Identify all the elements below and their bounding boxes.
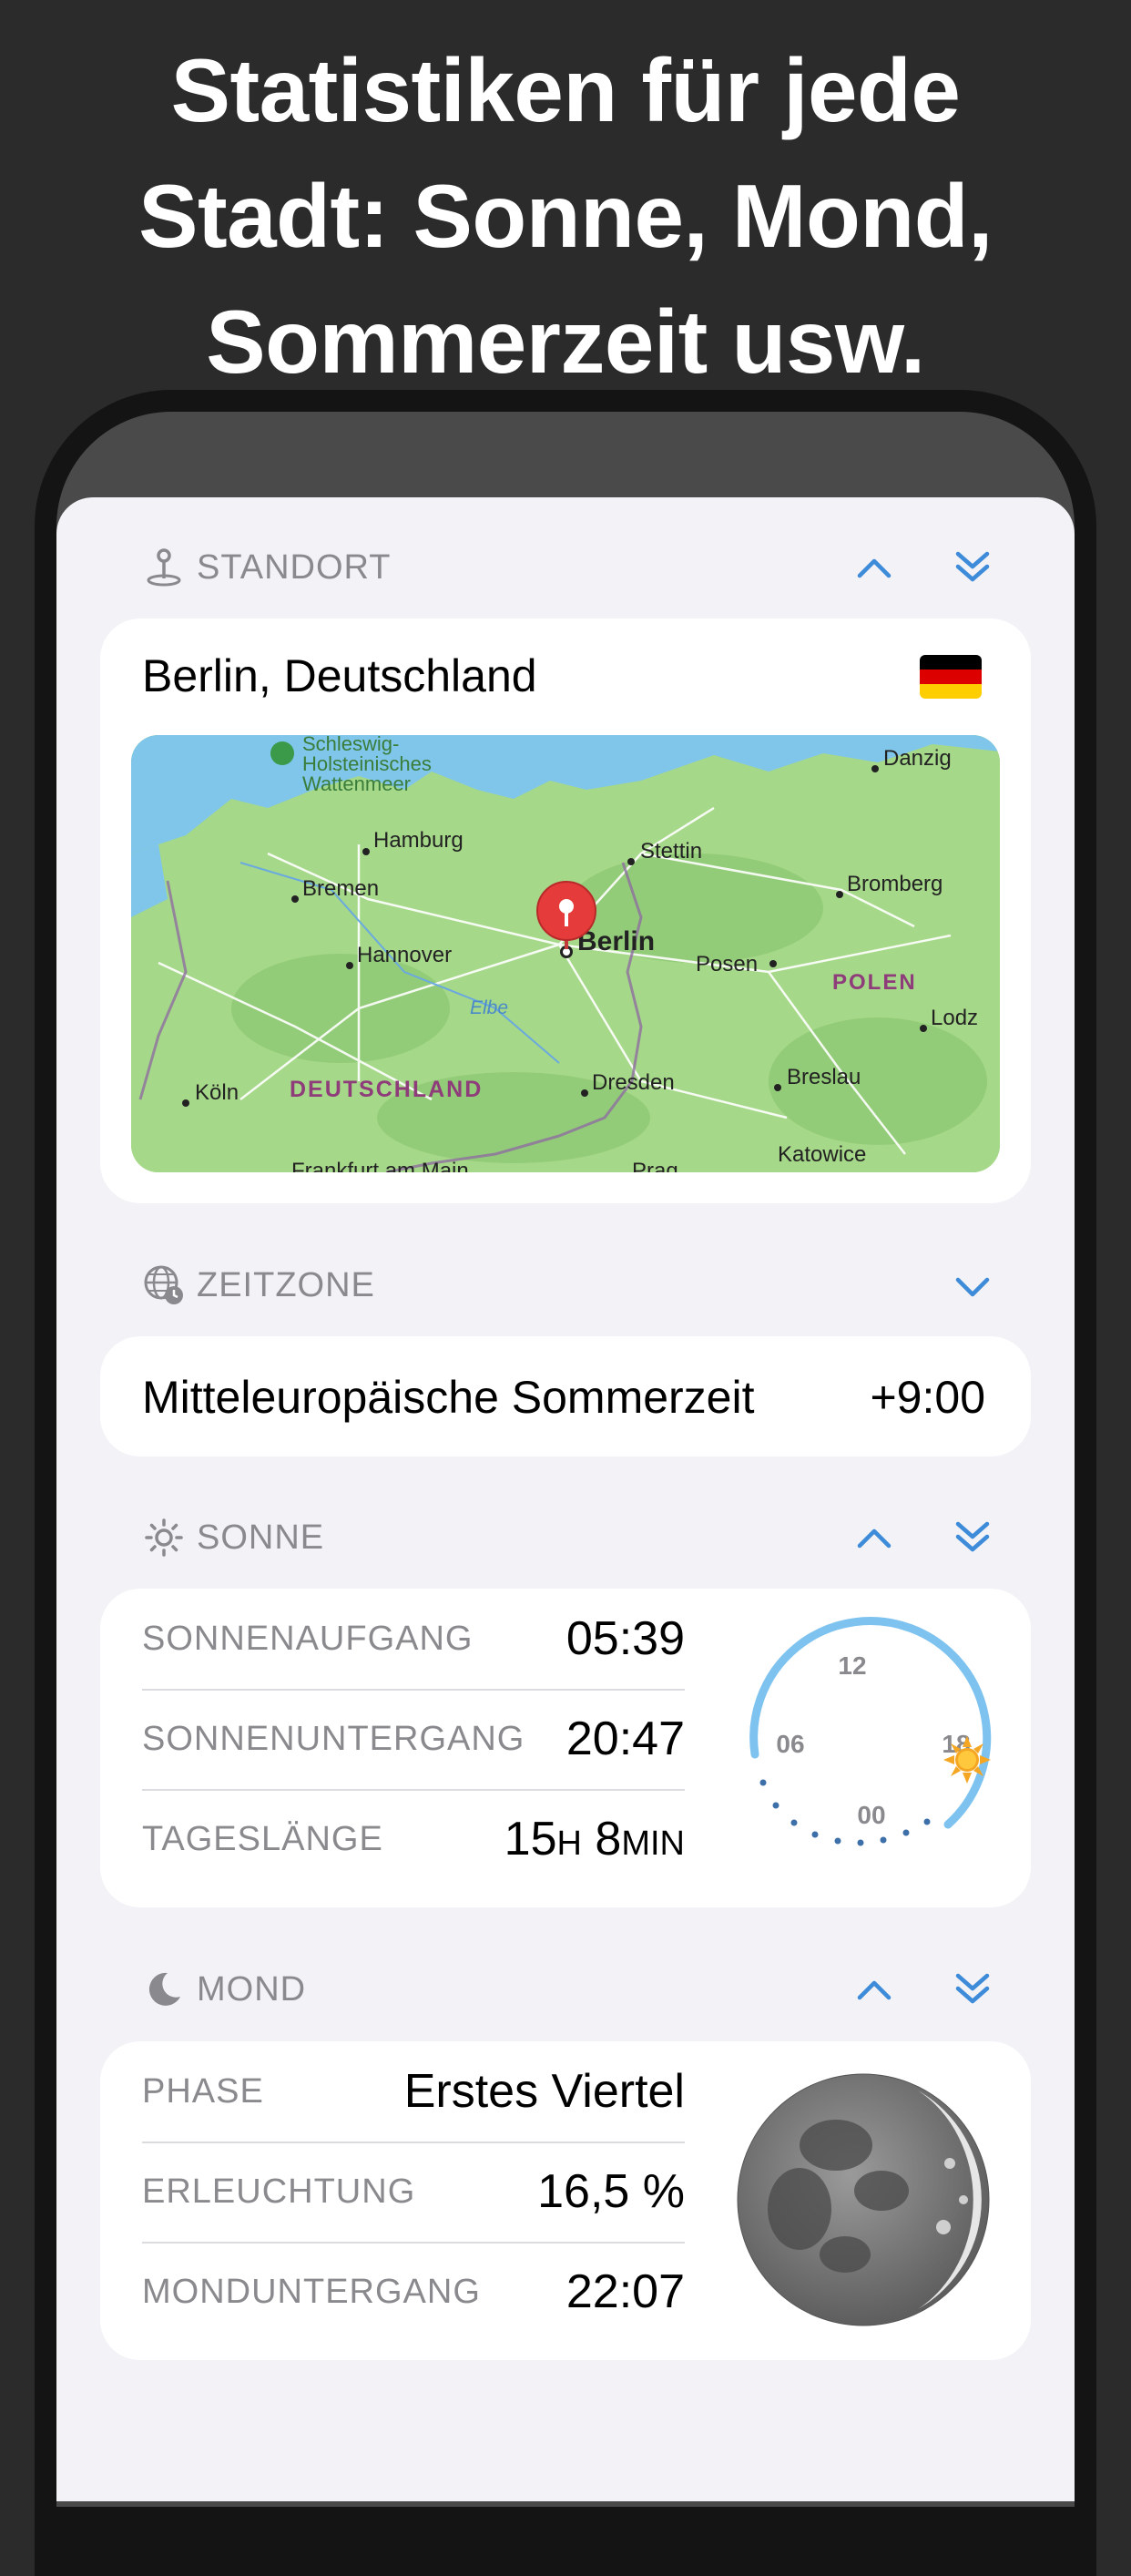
svg-text:Breslau: Breslau <box>787 1065 861 1089</box>
moonset-label: MONDUNTERGANG <box>142 2272 481 2311</box>
svg-text:Bremen: Bremen <box>302 876 379 901</box>
daylength-label: TAGESLÄNGE <box>142 1819 383 1858</box>
sunrise-value: 05:39 <box>566 1612 685 1665</box>
moonset-row: MONDUNTERGANG 22:07 <box>142 2242 685 2342</box>
sun-card: SONNENAUFGANG 05:39 SONNENUNTERGANG 20:4… <box>100 1589 1031 1907</box>
illumination-row: ERLEUCHTUNG 16,5 % <box>142 2142 685 2244</box>
moonset-value: 22:07 <box>566 2265 685 2318</box>
svg-text:Elbe: Elbe <box>470 997 508 1018</box>
svg-text:Frankfurt am Main: Frankfurt am Main <box>291 1159 469 1172</box>
svg-text:Berlin: Berlin <box>577 926 655 956</box>
location-map[interactable]: Schleswig- Holsteinisches Wattenmeer Ham… <box>131 735 1000 1172</box>
svg-text:Katowice: Katowice <box>778 1142 866 1167</box>
illumination-value: 16,5 % <box>537 2165 685 2218</box>
germany-flag-icon <box>920 655 982 699</box>
expand-all-chevron-icon[interactable] <box>947 1963 998 2014</box>
svg-text:Bromberg: Bromberg <box>847 872 942 896</box>
timezone-offset: +9:00 <box>870 1372 985 1423</box>
sunrise-label: SONNENAUFGANG <box>142 1619 474 1658</box>
svg-text:Stettin: Stettin <box>640 839 702 864</box>
location-pin-icon <box>142 546 186 589</box>
phase-label: PHASE <box>142 2071 264 2111</box>
daylength-value: 15H 8MIN <box>504 1813 685 1866</box>
expand-all-chevron-icon[interactable] <box>947 541 998 592</box>
headline-line-1: Statistiken für jede <box>170 40 961 140</box>
sunset-label: SONNENUNTERGANG <box>142 1719 525 1758</box>
dial-label-bottom: 00 <box>857 1801 885 1829</box>
collapse-chevron-up-icon[interactable] <box>849 1512 900 1563</box>
timezone-name: Mitteleuropäische Sommerzeit <box>142 1372 755 1423</box>
moon-section-label: MOND <box>197 1969 307 2009</box>
sun-section-label: SONNE <box>197 1518 325 1557</box>
svg-text:Wattenmeer: Wattenmeer <box>302 772 411 795</box>
location-card: Berlin, Deutschland Schleswig- Holsteini… <box>100 618 1031 1203</box>
svg-text:DEUTSCHLAND: DEUTSCHLAND <box>290 1077 483 1102</box>
svg-text:Hamburg: Hamburg <box>373 828 464 853</box>
sunset-row: SONNENUNTERGANG 20:47 <box>142 1689 685 1791</box>
expand-all-chevron-icon[interactable] <box>947 1511 998 1562</box>
svg-text:Dresden: Dresden <box>592 1070 675 1095</box>
svg-text:Köln: Köln <box>195 1080 239 1105</box>
svg-text:POLEN: POLEN <box>832 970 917 995</box>
moon-icon <box>142 1968 186 2011</box>
timezone-header: ZEITZONE <box>142 1258 998 1313</box>
timezone-card: Mitteleuropäische Sommerzeit +9:00 <box>100 1336 1031 1457</box>
svg-text:Posen: Posen <box>696 952 758 976</box>
dial-label-top: 12 <box>838 1651 866 1680</box>
moon-phase-image <box>736 2072 991 2327</box>
svg-text:Prag: Prag <box>632 1159 678 1172</box>
headline: Statistiken für jede Stadt: Sonne, Mond,… <box>0 27 1131 404</box>
phase-value: Erstes Viertel <box>403 2065 685 2118</box>
location-section-label: STANDORT <box>197 547 392 587</box>
illumination-label: ERLEUCHTUNG <box>142 2172 416 2211</box>
daylength-row: TAGESLÄNGE 15H 8MIN <box>142 1789 685 1889</box>
collapse-chevron-up-icon[interactable] <box>849 1964 900 2015</box>
phase-row: PHASE Erstes Viertel <box>142 2041 685 2143</box>
headline-line-2: Stadt: Sonne, Mond, <box>138 166 993 266</box>
expand-chevron-down-icon[interactable] <box>947 1262 998 1314</box>
dial-label-left: 06 <box>776 1730 804 1758</box>
sunrise-row: SONNENAUFGANG 05:39 <box>142 1589 685 1691</box>
timezone-section-label: ZEITZONE <box>197 1265 375 1304</box>
moon-card: PHASE Erstes Viertel ERLEUCHTUNG 16,5 % … <box>100 2041 1031 2360</box>
location-city: Berlin, Deutschland <box>142 650 537 701</box>
svg-text:Lodz: Lodz <box>931 1006 978 1030</box>
sunset-value: 20:47 <box>566 1712 685 1765</box>
svg-text:Hannover: Hannover <box>357 943 452 967</box>
sun-icon <box>142 1516 186 1559</box>
sun-dial: 12 06 18 00 <box>738 1616 1011 1880</box>
globe-clock-icon <box>142 1263 186 1307</box>
svg-text:Danzig: Danzig <box>883 746 952 771</box>
collapse-chevron-up-icon[interactable] <box>849 542 900 593</box>
headline-line-3: Sommerzeit usw. <box>206 291 925 392</box>
